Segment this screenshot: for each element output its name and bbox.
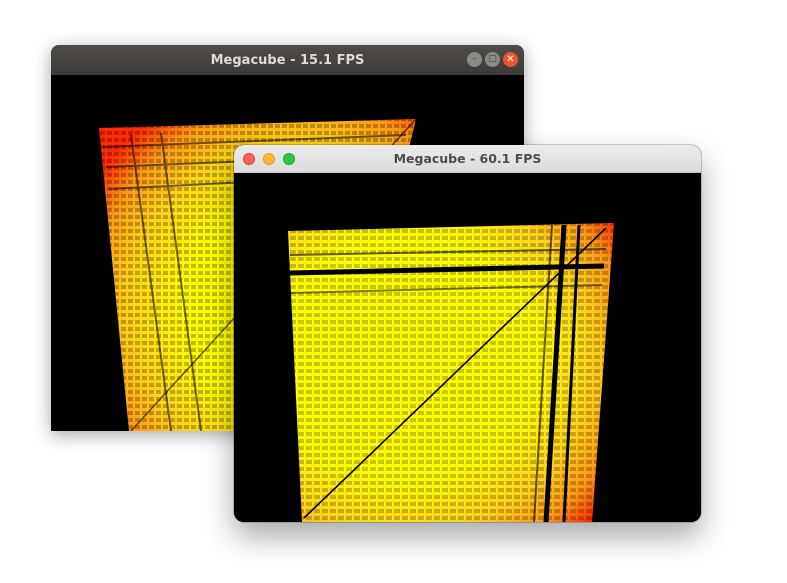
window-title: Megacube - 15.1 FPS	[210, 52, 365, 68]
window-controls: – □ ✕	[467, 52, 518, 67]
window-titlebar[interactable]: Megacube - 15.1 FPS – □ ✕	[51, 45, 524, 75]
megacube-window-macos[interactable]: Megacube - 60.1 FPS	[234, 145, 701, 522]
render-canvas[interactable]	[234, 173, 701, 522]
desktop: Megacube - 15.1 FPS – □ ✕ Megacube - 60.…	[0, 0, 787, 583]
cube-render	[288, 223, 614, 522]
maximize-icon[interactable]: □	[485, 52, 500, 67]
close-icon[interactable]: ✕	[503, 52, 518, 67]
window-title: Megacube - 60.1 FPS	[393, 151, 542, 166]
zoom-icon[interactable]	[283, 153, 295, 165]
close-icon[interactable]	[243, 153, 255, 165]
minimize-icon[interactable]	[263, 153, 275, 165]
minimize-icon[interactable]: –	[467, 52, 482, 67]
window-titlebar[interactable]: Megacube - 60.1 FPS	[234, 145, 701, 173]
traffic-lights	[243, 153, 295, 165]
